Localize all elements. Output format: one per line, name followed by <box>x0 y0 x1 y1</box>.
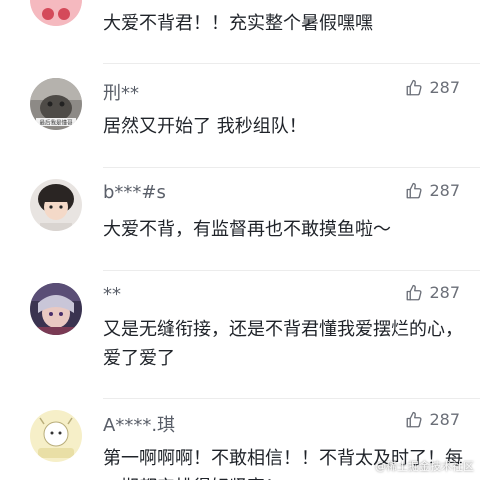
comment-item: 大爱不背君！！充实整个暑假嘿嘿 <box>0 0 480 60</box>
divider <box>103 398 480 399</box>
cartoon-avatar-icon[interactable] <box>30 410 82 462</box>
anime-avatar-icon[interactable] <box>30 283 82 335</box>
like-count: 287 <box>429 283 460 302</box>
divider <box>103 167 480 168</box>
comment-item: 最后我是懂哥 刑** 287 居然又开始了 我秒组队！ <box>0 76 480 172</box>
username[interactable]: b***#s <box>103 182 166 203</box>
username[interactable]: ** <box>103 284 121 305</box>
like-button[interactable]: 287 <box>405 283 460 302</box>
thumbs-up-icon <box>407 284 422 300</box>
comment-text: 大爱不背，有监督再也不敢摸鱼啦～ <box>103 219 391 240</box>
like-count: 287 <box>429 181 460 200</box>
like-button[interactable]: 287 <box>405 410 460 429</box>
girl-photo-avatar-icon[interactable] <box>30 179 82 231</box>
thumbs-up-icon <box>407 182 422 198</box>
like-button[interactable]: 287 <box>405 78 460 97</box>
like-count: 287 <box>429 410 460 429</box>
like-count: 287 <box>429 78 460 97</box>
username[interactable]: 刑** <box>103 79 139 105</box>
comment-text: 又是无缝衔接，还是不背君懂我爱摆烂的心，爱了爱了 <box>103 319 463 369</box>
comment-text: 居然又开始了 我秒组队！ <box>103 116 307 137</box>
thumbs-up-icon <box>407 411 422 427</box>
like-button[interactable]: 287 <box>405 181 460 200</box>
watermark: @稀土掘金技术社区 <box>375 460 474 473</box>
pink-avatar-icon[interactable] <box>30 0 82 26</box>
divider <box>103 63 480 64</box>
divider <box>103 270 480 271</box>
comment-text: 大爱不背君！！充实整个暑假嘿嘿 <box>103 13 373 34</box>
cat-photo-avatar-icon[interactable]: 最后我是懂哥 <box>30 78 82 130</box>
svg-text:最后我是懂哥: 最后我是懂哥 <box>39 119 73 127</box>
username[interactable]: A****.琪 <box>103 411 175 437</box>
comment-feed: 大爱不背君！！充实整个暑假嘿嘿 最后我是懂哥 刑** 287 居然又开始了 我秒… <box>0 0 480 480</box>
comment-item: b***#s 287 大爱不背，有监督再也不敢摸鱼啦～ <box>0 179 480 275</box>
comment-item: ** 287 又是无缝衔接，还是不背君懂我爱摆烂的心，爱了爱了 <box>0 281 480 405</box>
thumbs-up-icon <box>407 79 422 95</box>
